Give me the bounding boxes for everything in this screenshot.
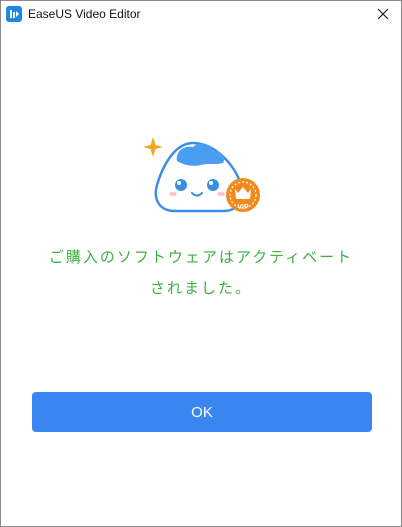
mascot-illustration: VIP — [143, 137, 260, 213]
app-logo-icon — [6, 6, 22, 22]
vip-badge-icon: VIP — [226, 178, 260, 212]
activation-dialog: EaseUS Video Editor VIP ご購入のソフトウェアはアクティベ… — [0, 0, 402, 527]
title-bar: EaseUS Video Editor — [1, 1, 401, 27]
activation-message-line2: されました。 — [149, 279, 252, 297]
close-icon — [377, 8, 389, 20]
activation-message-line1: ご購入のソフトウェアはアクティベート — [48, 248, 354, 266]
ok-button[interactable]: OK — [32, 392, 372, 432]
close-button[interactable] — [373, 4, 393, 24]
sparkle-icon — [143, 137, 163, 157]
window-title: EaseUS Video Editor — [28, 7, 141, 21]
vip-badge-text: VIP — [237, 204, 249, 211]
